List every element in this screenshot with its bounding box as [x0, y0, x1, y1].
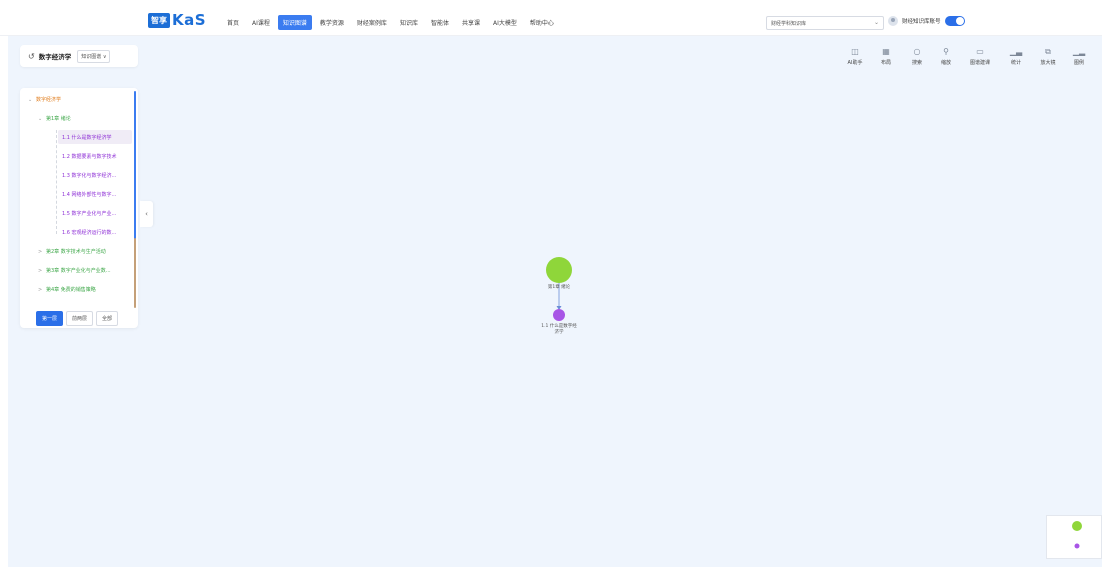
minimap-node-section	[1074, 543, 1080, 549]
nav-finance-cases[interactable]: 财经案例库	[352, 15, 392, 30]
tree-item-label: 1.5 数字产业化与产业...	[62, 211, 117, 217]
logo-badge: 智享	[148, 12, 170, 28]
tree-item-label: 1.1 什么是数字经济学	[62, 134, 112, 141]
chevron-down-icon[interactable]: ⌄	[38, 116, 46, 122]
tool-magnifier[interactable]: ⧉ 放大镜	[1036, 47, 1060, 66]
minimap-graph	[1072, 521, 1082, 549]
nav-ai-model[interactable]: AI大模型	[488, 15, 522, 30]
tool-label: 布局	[880, 60, 891, 66]
minimap-node-chapter	[1072, 521, 1082, 531]
tree-item-label: 数字经济学	[36, 97, 62, 103]
zoom-icon: ⚲	[943, 47, 949, 56]
back-icon[interactable]: ↺	[28, 52, 35, 61]
chevron-right-icon[interactable]: >	[38, 287, 46, 293]
nav-ai-course[interactable]: AI课程	[247, 15, 275, 30]
view-mode-value: 知识图谱	[81, 53, 102, 60]
scrollbar-track-segment	[134, 238, 136, 308]
chevron-down-icon: ∨	[102, 53, 107, 60]
tree-item-section[interactable]: 1.6 宏观经济运行的数...	[62, 229, 116, 236]
scrollbar[interactable]	[134, 91, 136, 241]
tool-label: 统计	[1010, 60, 1021, 66]
chevron-left-icon: ‹	[145, 210, 148, 218]
tool-legend[interactable]: ▁▂ 图例	[1067, 47, 1091, 66]
tool-zoom[interactable]: ⚲ 缩放	[934, 47, 958, 66]
knowledge-base-select[interactable]: 财经学科知识库 ⌄	[766, 16, 884, 30]
graph-canvas[interactable]	[8, 36, 1102, 567]
tree-item-label: 第4章 免费的销售策略	[46, 287, 96, 293]
logo[interactable]: 智享 KaS	[148, 11, 207, 29]
mode-toggle[interactable]	[944, 16, 965, 26]
nav-teaching-resources[interactable]: 教学资源	[315, 15, 349, 30]
legend-icon: ▁▂	[1072, 47, 1086, 56]
build-course-icon: ▭	[976, 47, 984, 56]
nav-knowledge-graph[interactable]: 知识图谱	[277, 15, 312, 30]
chevron-down-icon[interactable]: ⌄	[28, 97, 36, 103]
tree-item-label: 1.3 数字化与数字经济...	[62, 173, 117, 179]
tree-item-root[interactable]: ⌄ 数字经济学	[28, 96, 62, 104]
tool-ai-assistant[interactable]: ◫ AI助手	[843, 47, 867, 66]
main-nav: 首页 AI课程 知识图谱 教学资源 财经案例库 知识库 智能体 共享课 AI大模…	[222, 15, 562, 30]
tree-item-section[interactable]: 1.1 什么是数字经济学	[58, 130, 132, 144]
user-name[interactable]: 财经知识库账号	[902, 17, 941, 25]
collapse-panel-button[interactable]: ‹	[140, 201, 153, 227]
tool-label: AI助手	[847, 60, 863, 66]
view-mode-select[interactable]: 知识图谱 ∨	[77, 49, 111, 63]
user-area: 财经知识库账号	[888, 16, 965, 26]
statistics-icon: ▁▃	[1009, 47, 1023, 56]
tree-item-chapter[interactable]: > 第2章 数字技术与生产活动	[38, 248, 106, 256]
graph-node-chapter-label: 第1章 绪论	[547, 285, 571, 290]
graph-node-section-label-line2: 济学	[554, 330, 564, 335]
tool-layout[interactable]: ▦ 布局	[874, 47, 898, 66]
tool-label: 放大镜	[1040, 60, 1056, 66]
tree-item-label: 第3章 数字产业化与产业数...	[46, 268, 111, 274]
tree-item-section[interactable]: 1.3 数字化与数字经济...	[62, 172, 116, 179]
nav-agent[interactable]: 智能体	[426, 15, 454, 30]
chevron-right-icon[interactable]: >	[38, 249, 46, 255]
level-filter: 第一层 前两层 全部	[36, 311, 121, 326]
logo-text: KaS	[172, 11, 207, 29]
tree-item-section[interactable]: 1.4 网络外部性与数字...	[62, 191, 116, 198]
tree-item-section[interactable]: 1.2 数据要素与数字技术	[62, 153, 117, 160]
nav-home[interactable]: 首页	[222, 15, 244, 30]
tool-label: 图例	[1073, 60, 1084, 66]
tool-build-course[interactable]: ▭ 图谱建课	[968, 47, 992, 66]
tool-label: 搜索	[911, 60, 922, 66]
tree-item-label: 1.4 网络外部性与数字...	[62, 192, 117, 198]
outline-tree-panel: ⌄ 数字经济学 ⌄ 第1章 绪论 1.1 什么是数字经济学 1.2 数据要素与数…	[20, 88, 138, 328]
nav-help-center[interactable]: 帮助中心	[525, 15, 559, 30]
course-header: ↺ 数字经济学 知识图谱 ∨	[20, 45, 138, 67]
nav-shared-course[interactable]: 共享课	[457, 15, 485, 30]
tool-label: 缩放	[940, 60, 951, 66]
magnifier-icon: ⧉	[1045, 47, 1051, 56]
nav-knowledge-base[interactable]: 知识库	[395, 15, 423, 30]
search-icon: ○	[913, 47, 921, 56]
tree-item-label: 第1章 绪论	[46, 116, 71, 122]
minimap[interactable]	[1046, 515, 1102, 559]
avatar[interactable]	[888, 16, 898, 26]
tree-item-label: 1.2 数据要素与数字技术	[62, 154, 117, 160]
tree-item-chapter[interactable]: > 第3章 数字产业化与产业数...	[38, 267, 111, 275]
tree-item-chapter[interactable]: ⌄ 第1章 绪论	[38, 115, 71, 123]
layout-icon: ▦	[882, 47, 890, 56]
top-navigation-bar: 智享 KaS 首页 AI课程 知识图谱 教学资源 财经案例库 知识库 智能体 共…	[0, 0, 1102, 36]
level-all-button[interactable]: 全部	[96, 311, 119, 326]
tool-label: 图谱建课	[969, 60, 990, 66]
knowledge-base-select-value: 财经学科知识库	[771, 21, 807, 27]
tool-statistics[interactable]: ▁▃ 统计	[1004, 47, 1028, 66]
tree-item-chapter[interactable]: > 第4章 免费的销售策略	[38, 286, 96, 294]
tool-search[interactable]: ○ 搜索	[905, 47, 929, 66]
chevron-down-icon: ⌄	[873, 19, 879, 26]
chevron-right-icon[interactable]: >	[38, 268, 46, 274]
tree-item-label: 第2章 数字技术与生产活动	[46, 249, 106, 255]
tree-item-label: 1.6 宏观经济运行的数...	[62, 230, 117, 236]
level-first-button[interactable]: 第一层	[36, 311, 64, 326]
ai-assistant-icon: ◫	[851, 47, 859, 56]
tree-guide-line	[56, 130, 57, 234]
course-title: 数字经济学	[38, 53, 72, 61]
level-two-button[interactable]: 前两层	[66, 311, 94, 326]
tree-item-section[interactable]: 1.5 数字产业化与产业...	[62, 210, 116, 217]
